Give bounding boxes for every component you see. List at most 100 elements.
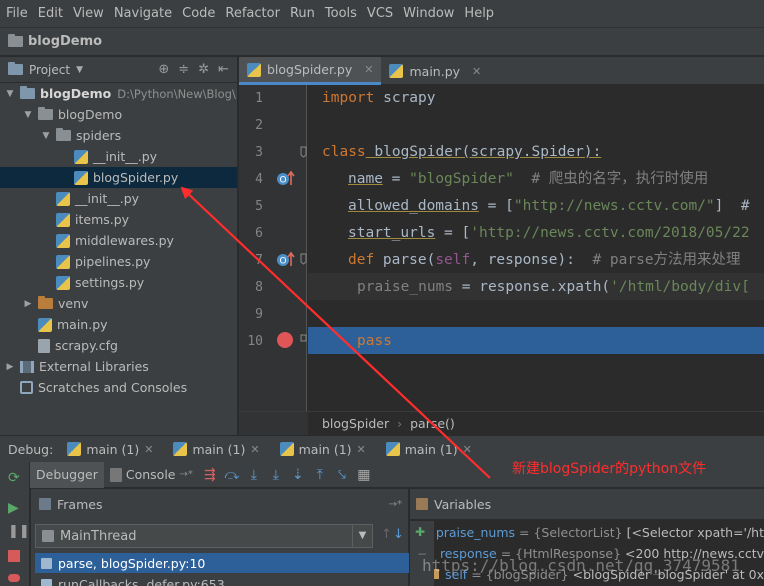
show-execution-point-icon[interactable]: ⇶ xyxy=(199,467,221,483)
resume-icon[interactable]: ▶ xyxy=(8,500,22,516)
tree-item[interactable]: __init__.py xyxy=(0,146,237,167)
code-editor[interactable]: import scrapy class blogSpider(scrapy.Sp… xyxy=(308,85,764,411)
menu-refactor[interactable]: Refactor xyxy=(220,6,285,21)
collapse-icon[interactable]: ≑ xyxy=(178,62,189,77)
pin-icon[interactable]: →* xyxy=(389,499,402,510)
tree-item[interactable]: ▼ spiders xyxy=(0,125,237,146)
editor-gutter[interactable]: 1 2 3 4 5 6 7 8 9 10 O O xyxy=(239,85,307,411)
chevron-down-icon[interactable]: ▼ xyxy=(40,131,52,141)
tab-main[interactable]: main.py ✕ xyxy=(381,57,489,85)
chevron-down-icon[interactable]: ▼ xyxy=(352,525,372,547)
step-into-icon[interactable]: ⤓ xyxy=(243,467,265,483)
tree-item-label: blogDemo xyxy=(58,107,123,122)
tab-debugger[interactable]: Debugger xyxy=(30,461,104,488)
close-icon[interactable]: ✕ xyxy=(250,443,259,456)
close-icon[interactable]: ✕ xyxy=(472,65,481,78)
tab-console[interactable]: Console →* xyxy=(104,462,199,488)
menu-view[interactable]: View xyxy=(68,6,109,21)
locate-icon[interactable]: ⊕ xyxy=(158,62,169,77)
tree-item[interactable]: ▶ venv xyxy=(0,293,237,314)
gear-icon[interactable]: ✲ xyxy=(198,62,209,77)
breadcrumb-method[interactable]: parse() xyxy=(410,416,455,431)
close-icon[interactable]: ✕ xyxy=(463,443,472,456)
evaluate-expression-icon[interactable]: ▦ xyxy=(353,467,375,483)
python-file-icon xyxy=(74,149,88,164)
svg-text:O: O xyxy=(279,257,286,267)
tab-blogspider[interactable]: blogSpider.py ✕ xyxy=(239,57,382,85)
menu-edit[interactable]: Edit xyxy=(33,6,68,21)
tree-item[interactable]: ▶ External Libraries xyxy=(0,356,237,377)
tree-item[interactable]: scrapy.cfg xyxy=(0,335,237,356)
chevron-right-icon[interactable]: ▶ xyxy=(4,362,16,372)
code-line-1: import scrapy xyxy=(322,90,436,106)
menu-window[interactable]: Window xyxy=(398,6,459,21)
menu-vcs[interactable]: VCS xyxy=(362,6,398,21)
rerun-icon[interactable]: ⟳ xyxy=(8,470,22,486)
arrow-up-icon[interactable]: ↑ xyxy=(381,527,392,542)
project-view-selector[interactable]: Project xyxy=(29,63,70,77)
breakpoint-icon[interactable] xyxy=(277,332,293,348)
chevron-right-icon[interactable]: ▶ xyxy=(22,299,34,309)
hide-icon[interactable]: ⇤ xyxy=(218,62,229,77)
tree-item[interactable]: pipelines.py xyxy=(0,251,237,272)
tab-label: blogSpider.py xyxy=(267,62,353,77)
add-watch-icon[interactable]: ✚ xyxy=(415,525,425,539)
override-icon[interactable]: O xyxy=(277,251,295,267)
tree-item[interactable]: __init__.py xyxy=(0,188,237,209)
arrow-down-icon[interactable]: ↓ xyxy=(393,527,404,542)
step-into-my-code-icon[interactable]: ⤓ xyxy=(265,467,287,483)
tree-item-label: blogDemo xyxy=(40,86,112,101)
tree-item[interactable]: settings.py xyxy=(0,272,237,293)
menu-help[interactable]: Help xyxy=(459,6,499,21)
debug-session-tab[interactable]: main (1) ✕ xyxy=(67,442,153,457)
debug-session-tab[interactable]: main (1) ✕ xyxy=(173,442,260,457)
thread-icon xyxy=(42,530,54,542)
step-over-icon[interactable]: ⤼ xyxy=(221,467,243,483)
frame-row[interactable]: runCallbacks, defer.py:653 xyxy=(35,574,409,586)
code-line-6: start_urls = ['http://news.cctv.com/2018… xyxy=(348,225,750,241)
pin-icon[interactable]: →* xyxy=(180,469,193,480)
stop-icon[interactable] xyxy=(8,550,20,562)
pause-icon[interactable]: ❚❚ xyxy=(8,524,30,539)
menu-file[interactable]: File xyxy=(0,6,33,21)
project-tree: ▼ blogDemo D:\Python\New\Blog\b ▼ blogDemo ▼ s… xyxy=(0,83,237,398)
menu-tools[interactable]: Tools xyxy=(320,6,362,21)
python-file-icon xyxy=(74,170,88,185)
force-step-into-icon[interactable]: ⇣ xyxy=(287,467,309,483)
code-line-8: praise_nums = response.xpath('/html/body… xyxy=(357,279,750,295)
debug-session-tab[interactable]: main (1) ✕ xyxy=(385,442,472,457)
tree-item[interactable]: ▼ blogDemo xyxy=(0,104,237,125)
fold-icon[interactable] xyxy=(300,146,307,158)
tree-item[interactable]: middlewares.py xyxy=(0,230,237,251)
fold-icon[interactable] xyxy=(300,334,307,342)
frame-row[interactable]: parse, blogSpider.py:10 xyxy=(35,553,409,573)
frames-panel: Frames →* MainThread ▼ ↑ ↓ parse, blogSp… xyxy=(31,489,409,586)
tree-item[interactable]: blogSpider.py xyxy=(0,167,237,188)
tree-item[interactable]: items.py xyxy=(0,209,237,230)
chevron-down-icon[interactable]: ▼ xyxy=(22,110,34,120)
fold-icon[interactable] xyxy=(300,253,307,265)
breadcrumb-class[interactable]: blogSpider xyxy=(322,416,389,431)
run-to-cursor-icon[interactable]: ⤥ xyxy=(331,467,353,483)
nav-project-name[interactable]: blogDemo xyxy=(28,34,102,49)
close-icon[interactable]: ✕ xyxy=(144,443,153,456)
project-panel-header: Project ▼ ⊕ ≑ ✲ ⇤ xyxy=(0,57,237,83)
step-out-icon[interactable]: ⤒ xyxy=(309,467,331,483)
menu-code[interactable]: Code xyxy=(177,6,220,21)
close-icon[interactable]: ✕ xyxy=(357,443,366,456)
thread-selector[interactable]: MainThread ▼ xyxy=(35,524,373,548)
tree-item[interactable]: ▼ blogDemo D:\Python\New\Blog\b xyxy=(0,83,237,104)
debug-session-tab[interactable]: main (1) ✕ xyxy=(279,442,366,457)
menu-navigate[interactable]: Navigate xyxy=(109,6,177,21)
close-icon[interactable]: ✕ xyxy=(364,63,373,76)
tree-item[interactable]: main.py xyxy=(0,314,237,335)
variable-row[interactable]: ▶ praise_nums = {SelectorList} [<Selecto… xyxy=(410,522,764,542)
tree-item[interactable]: Scratches and Consoles xyxy=(0,377,237,398)
override-icon[interactable]: O xyxy=(277,170,295,186)
chevron-down-icon[interactable]: ▼ xyxy=(4,89,16,99)
view-breakpoints-icon[interactable] xyxy=(8,574,20,582)
menu-run[interactable]: Run xyxy=(285,6,320,21)
code-line-10: pass xyxy=(357,333,392,349)
chevron-down-icon[interactable]: ▼ xyxy=(76,65,83,75)
folder-icon xyxy=(38,296,53,309)
